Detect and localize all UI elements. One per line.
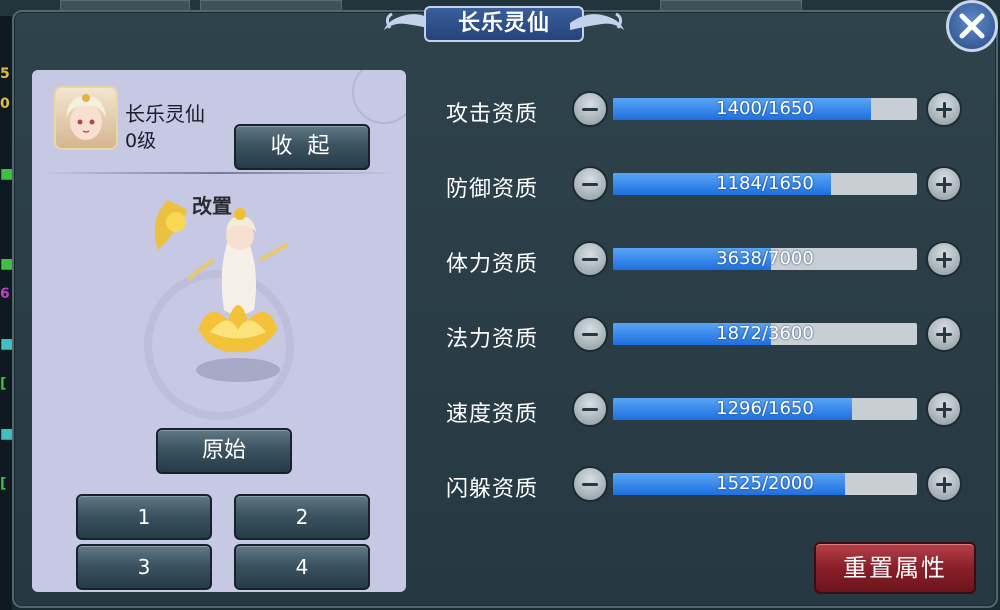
stat-value: 1184/1650 (716, 173, 814, 194)
increase-button[interactable] (926, 241, 962, 277)
increase-button[interactable] (926, 466, 962, 502)
increase-button[interactable] (926, 166, 962, 202)
stat-progress-bar: 1184/1650 (613, 173, 917, 195)
minus-icon (582, 183, 598, 186)
minus-icon (582, 333, 598, 336)
increase-button[interactable] (926, 316, 962, 352)
stat-value: 3638/7000 (716, 248, 814, 269)
slot-button-3[interactable]: 3 (76, 544, 212, 590)
stat-label: 攻击资质 (446, 102, 539, 127)
pet-name: 长乐灵仙 (125, 102, 205, 126)
pet-portrait-icon (66, 94, 106, 140)
slot-button-2[interactable]: 2 (234, 494, 370, 540)
stat-value: 1296/1650 (716, 398, 814, 419)
stat-row-attack: 攻击资质 1400/1650 (446, 90, 966, 130)
decrease-button[interactable] (572, 391, 608, 427)
slot-button-1[interactable]: 1 (76, 494, 212, 540)
stat-progress-bar: 1296/1650 (613, 398, 917, 420)
panel-corner-ornament (352, 70, 406, 124)
minus-icon (582, 108, 598, 111)
title-ornament-right (570, 12, 624, 30)
collapse-button[interactable]: 收 起 (234, 124, 370, 170)
stat-label: 速度资质 (446, 402, 539, 427)
window-title: 长乐灵仙 (424, 6, 584, 42)
stat-progress-bar: 3638/7000 (613, 248, 917, 270)
pet-level: 0级 (125, 130, 157, 152)
stat-progress-bar: 1872/3600 (613, 323, 917, 345)
increase-button[interactable] (926, 91, 962, 127)
decrease-button[interactable] (572, 91, 608, 127)
background-chat-edge: 5 0 ■ ■ 6 ■ [ ■ [ (0, 16, 13, 610)
close-button[interactable] (946, 0, 998, 52)
minus-icon (582, 483, 598, 486)
stat-row-mana: 法力资质 1872/3600 (446, 315, 966, 355)
original-button[interactable]: 原始 (156, 428, 292, 474)
stat-value: 1400/1650 (716, 98, 814, 119)
stat-row-evasion: 闪躲资质 1525/2000 (446, 465, 966, 505)
stat-row-defense: 防御资质 1184/1650 (446, 165, 966, 205)
minus-icon (582, 258, 598, 261)
minus-icon (582, 408, 598, 411)
stat-label: 闪躲资质 (446, 477, 539, 502)
stat-row-stamina: 体力资质 3638/7000 (446, 240, 966, 280)
close-icon (959, 13, 985, 39)
stat-value: 1872/3600 (716, 323, 814, 344)
decrease-button[interactable] (572, 241, 608, 277)
stat-row-speed: 速度资质 1296/1650 (446, 390, 966, 430)
divider (42, 172, 396, 174)
increase-button[interactable] (926, 391, 962, 427)
window-title-plate: 长乐灵仙 (380, 0, 628, 46)
decrease-button[interactable] (572, 316, 608, 352)
stat-label: 防御资质 (446, 177, 539, 202)
pet-preview-panel: 长乐灵仙 0级 收 起 改置 原始 1 2 3 4 (32, 70, 406, 592)
stat-label: 体力资质 (446, 252, 539, 277)
stat-label: 法力资质 (446, 327, 539, 352)
slot-button-4[interactable]: 4 (234, 544, 370, 590)
stat-progress-bar: 1400/1650 (613, 98, 917, 120)
decrease-button[interactable] (572, 166, 608, 202)
reset-attributes-button[interactable]: 重置属性 (814, 542, 976, 594)
pet-model-image (154, 200, 290, 382)
pet-avatar[interactable] (54, 86, 118, 150)
stat-progress-bar: 1525/2000 (613, 473, 917, 495)
decrease-button[interactable] (572, 466, 608, 502)
stat-value: 1525/2000 (716, 473, 814, 494)
